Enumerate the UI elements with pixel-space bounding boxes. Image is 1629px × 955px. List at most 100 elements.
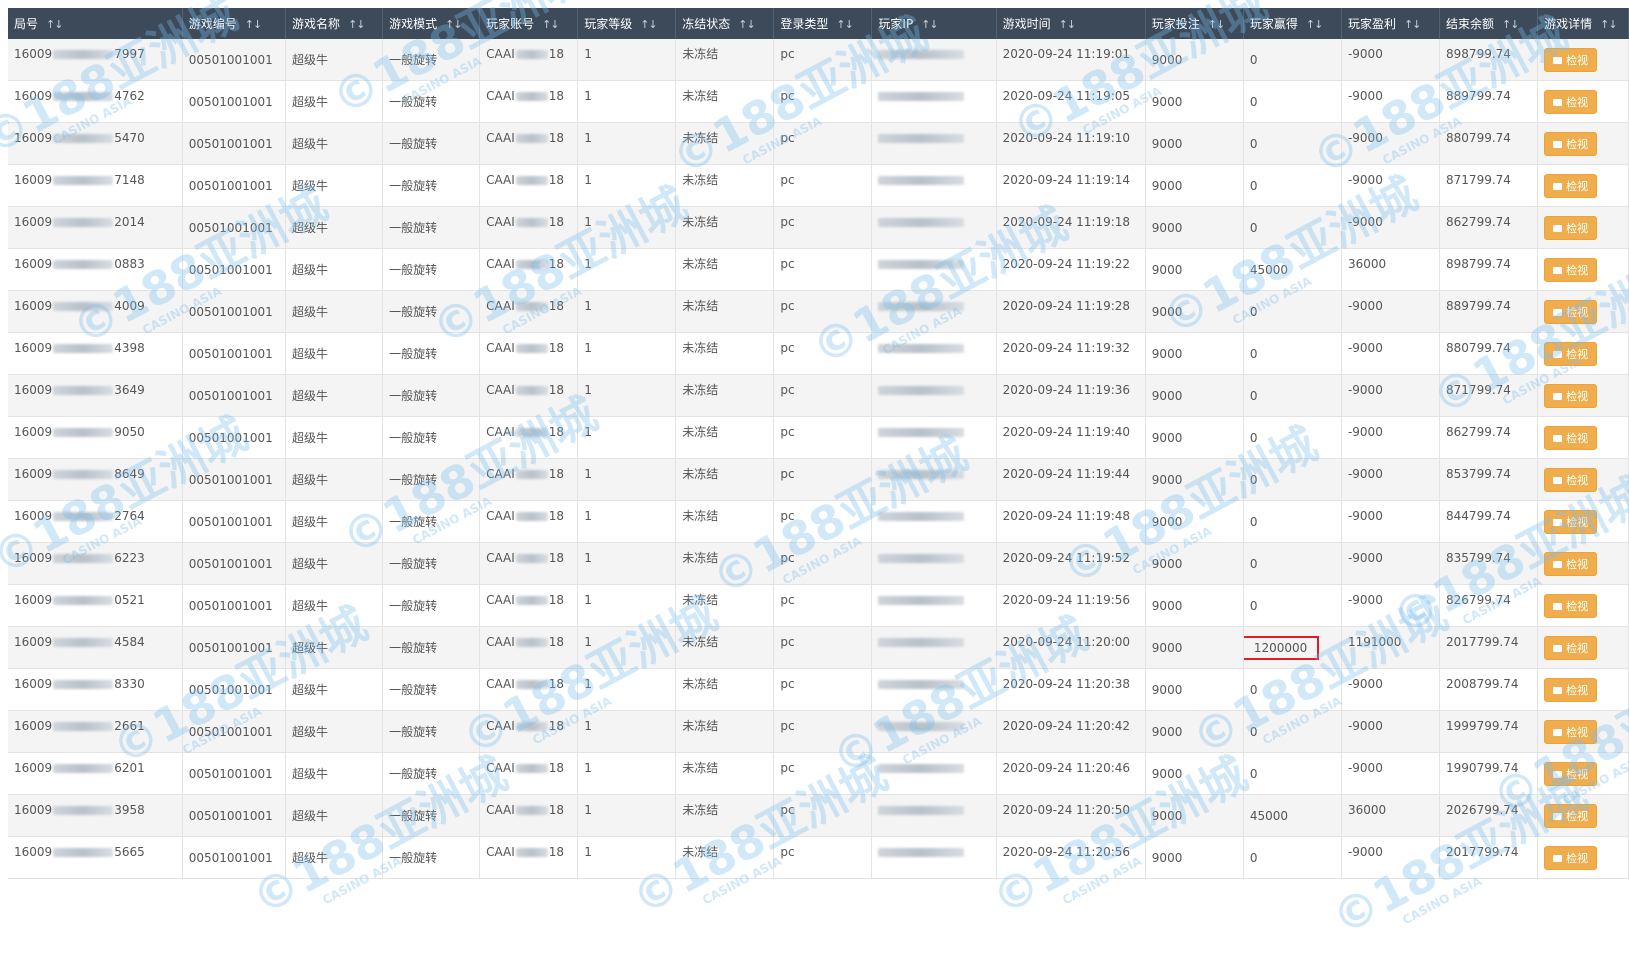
player-win: 0 bbox=[1249, 178, 1258, 193]
player-profit: -9000 bbox=[1347, 760, 1383, 775]
column-header[interactable]: 玩家IP ↑↓ bbox=[871, 8, 997, 39]
player-win-cell: 0 bbox=[1243, 122, 1342, 165]
view-detail-button[interactable]: 检视 bbox=[1544, 803, 1598, 828]
view-detail-button[interactable]: 检视 bbox=[1544, 299, 1598, 324]
column-header[interactable]: 游戏时间 ↑↓ bbox=[996, 8, 1146, 39]
column-header[interactable]: 玩家账号 ↑↓ bbox=[479, 8, 579, 39]
view-detail-button[interactable]: 检视 bbox=[1544, 719, 1598, 744]
account-prefix: CAAI bbox=[486, 46, 515, 61]
game-mode: 一般旋转 bbox=[389, 53, 438, 67]
column-header-label: 游戏模式 bbox=[389, 17, 438, 31]
player-win-cell: 0 bbox=[1243, 752, 1342, 795]
account-prefix: CAAI bbox=[486, 214, 515, 229]
view-detail-button[interactable]: 检视 bbox=[1544, 467, 1598, 492]
player-account-cell: CAAI 18 bbox=[479, 332, 579, 375]
player-account-cell: CAAI 18 bbox=[479, 794, 579, 837]
view-detail-button[interactable]: 检视 bbox=[1544, 677, 1598, 702]
view-detail-button[interactable]: 检视 bbox=[1544, 47, 1598, 72]
view-detail-button[interactable]: 检视 bbox=[1544, 257, 1598, 282]
redacted-text bbox=[53, 763, 114, 773]
view-detail-button[interactable]: 检视 bbox=[1544, 551, 1598, 576]
player-ip-cell bbox=[871, 626, 997, 669]
column-header[interactable]: 玩家盈利 ↑↓ bbox=[1341, 8, 1441, 39]
game-name: 超级牛 bbox=[292, 137, 329, 151]
sort-icon[interactable]: ↑↓ bbox=[1404, 18, 1421, 31]
view-detail-button[interactable]: 检视 bbox=[1544, 509, 1598, 534]
game-name-cell: 超级牛 bbox=[285, 710, 384, 753]
account-suffix: 18 bbox=[548, 760, 565, 775]
redacted-text bbox=[53, 49, 114, 59]
sort-icon[interactable]: ↑↓ bbox=[245, 18, 262, 31]
sort-icon[interactable]: ↑↓ bbox=[46, 18, 63, 31]
player-level: 1 bbox=[584, 382, 592, 397]
sort-icon[interactable]: ↑↓ bbox=[836, 18, 853, 31]
freeze-status-cell: 未冻结 bbox=[675, 164, 775, 207]
game-name: 超级牛 bbox=[292, 431, 329, 445]
view-detail-button[interactable]: 检视 bbox=[1544, 425, 1598, 450]
sort-icon[interactable]: ↑↓ bbox=[640, 18, 657, 31]
column-header[interactable]: 玩家赢得 ↑↓ bbox=[1243, 8, 1342, 39]
column-header[interactable]: 结束余额 ↑↓ bbox=[1439, 8, 1539, 39]
player-bet: 9000 bbox=[1151, 136, 1183, 151]
view-detail-button[interactable]: 检视 bbox=[1544, 761, 1598, 786]
view-detail-button[interactable]: 检视 bbox=[1544, 89, 1598, 114]
game-name-cell: 超级牛 bbox=[285, 374, 384, 417]
column-header[interactable]: 登录类型 ↑↓ bbox=[773, 8, 873, 39]
sort-icon[interactable]: ↑↓ bbox=[445, 18, 462, 31]
column-header[interactable]: 游戏详情 ↑↓ bbox=[1537, 8, 1629, 39]
view-detail-button[interactable]: 检视 bbox=[1544, 845, 1598, 870]
player-win: 0 bbox=[1249, 682, 1258, 697]
player-profit-cell: -9000 bbox=[1341, 80, 1441, 123]
player-account-cell: CAAI 18 bbox=[479, 710, 579, 753]
column-header-label: 玩家投注 bbox=[1151, 17, 1200, 31]
column-header[interactable]: 冻结状态 ↑↓ bbox=[675, 8, 775, 39]
sort-icon[interactable]: ↑↓ bbox=[1208, 18, 1225, 31]
view-detail-button[interactable]: 检视 bbox=[1544, 593, 1598, 618]
view-detail-button[interactable]: 检视 bbox=[1544, 215, 1598, 240]
view-detail-button[interactable]: 检视 bbox=[1544, 383, 1598, 408]
login-type-cell: pc bbox=[773, 584, 873, 627]
player-bet: 9000 bbox=[1151, 52, 1183, 67]
player-win: 45000 bbox=[1249, 262, 1289, 277]
redacted-text bbox=[515, 763, 548, 773]
player-bet-cell: 9000 bbox=[1145, 248, 1244, 291]
column-header[interactable]: 玩家投注 ↑↓ bbox=[1145, 8, 1244, 39]
game-name-cell: 超级牛 bbox=[285, 332, 384, 375]
player-profit-cell: -9000 bbox=[1341, 836, 1441, 879]
sort-icon[interactable]: ↑↓ bbox=[738, 18, 755, 31]
column-header[interactable]: 局号 ↑↓ bbox=[8, 8, 183, 39]
game-time: 2020-09-24 11:19:48 bbox=[1002, 508, 1131, 523]
game-mode: 一般旋转 bbox=[389, 725, 438, 739]
player-ip-cell bbox=[871, 668, 997, 711]
login-type: pc bbox=[780, 256, 795, 271]
view-detail-button[interactable]: 检视 bbox=[1544, 635, 1598, 660]
sort-icon[interactable]: ↑↓ bbox=[542, 18, 559, 31]
sort-icon[interactable]: ↑↓ bbox=[1059, 18, 1076, 31]
view-detail-button[interactable]: 检视 bbox=[1544, 131, 1598, 156]
table-body: 16009 7997 00501001001 超级牛 一般旋转 CAAI 18 1 未冻结 pc 2… bbox=[8, 39, 1629, 879]
column-header[interactable]: 游戏名称 ↑↓ bbox=[285, 8, 384, 39]
end-balance-cell: 871799.74 bbox=[1439, 164, 1539, 207]
game-name-cell: 超级牛 bbox=[285, 164, 384, 207]
player-account-cell: CAAI 18 bbox=[479, 122, 579, 165]
sort-icon[interactable]: ↑↓ bbox=[1502, 18, 1519, 31]
view-detail-button[interactable]: 检视 bbox=[1544, 173, 1598, 198]
column-header[interactable]: 游戏模式 ↑↓ bbox=[382, 8, 481, 39]
sort-icon[interactable]: ↑↓ bbox=[348, 18, 365, 31]
column-header[interactable]: 游戏编号 ↑↓ bbox=[182, 8, 287, 39]
end-balance: 2008799.74 bbox=[1446, 676, 1519, 691]
column-header[interactable]: 玩家等级 ↑↓ bbox=[577, 8, 677, 39]
player-ip-cell bbox=[871, 332, 997, 375]
sort-icon[interactable]: ↑↓ bbox=[1306, 18, 1323, 31]
game-time: 2020-09-24 11:19:52 bbox=[1002, 550, 1131, 565]
view-detail-button[interactable]: 检视 bbox=[1544, 341, 1598, 366]
redacted-text bbox=[515, 343, 548, 353]
login-type: pc bbox=[780, 844, 795, 859]
player-bet-cell: 9000 bbox=[1145, 710, 1244, 753]
redacted-text bbox=[515, 469, 548, 479]
sort-icon[interactable]: ↑↓ bbox=[921, 18, 938, 31]
sort-icon[interactable]: ↑↓ bbox=[1600, 18, 1617, 31]
game-name-cell: 超级牛 bbox=[285, 794, 384, 837]
freeze-status: 未冻结 bbox=[682, 383, 719, 397]
game-number-cell: 00501001001 bbox=[182, 668, 287, 711]
